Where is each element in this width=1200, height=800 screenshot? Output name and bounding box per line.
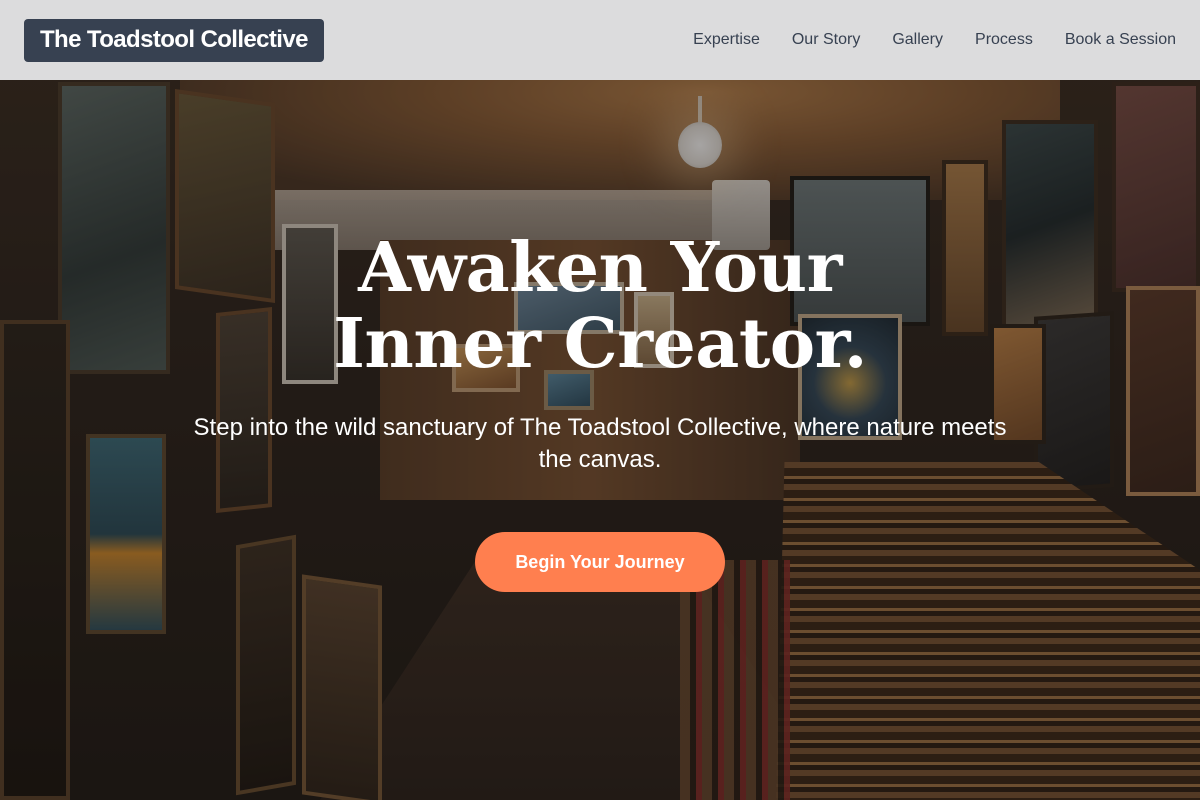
brand-logo[interactable]: The Toadstool Collective xyxy=(24,18,324,62)
nav-links: Expertise Our Story Gallery Process Book… xyxy=(693,31,1176,49)
hero-content: Awaken Your Inner Creator. Step into the… xyxy=(0,230,1200,592)
hero-subheadline: Step into the wild sanctuary of The Toad… xyxy=(193,414,1007,473)
nav-link-gallery[interactable]: Gallery xyxy=(892,31,943,49)
top-nav-bar: The Toadstool Collective Expertise Our S… xyxy=(0,0,1200,80)
nav-link-process[interactable]: Process xyxy=(975,31,1033,49)
nav-link-book-a-session[interactable]: Book a Session xyxy=(1065,31,1176,49)
hero-headline: Awaken Your Inner Creator. xyxy=(333,228,867,384)
nav-link-expertise[interactable]: Expertise xyxy=(693,31,760,49)
nav-link-our-story[interactable]: Our Story xyxy=(792,31,860,49)
begin-journey-button[interactable]: Begin Your Journey xyxy=(475,532,725,592)
